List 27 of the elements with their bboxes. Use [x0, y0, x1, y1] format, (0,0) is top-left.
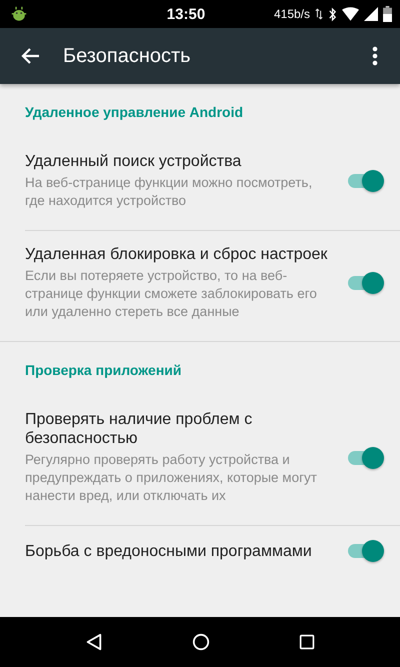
section-header: Удаленное управление Android — [24, 103, 244, 122]
screen-title: Безопасность — [63, 44, 192, 68]
toggle-switch[interactable] — [346, 272, 384, 294]
setting-title: Борьба с вредоносными программами — [25, 542, 313, 560]
clock-time: 13:50 — [166, 6, 206, 22]
battery-icon — [383, 6, 392, 22]
recents-square-icon[interactable] — [299, 634, 316, 650]
setting-title: Удаленный поиск устройства — [25, 152, 242, 171]
toggle-switch[interactable] — [346, 170, 384, 192]
back-arrow-icon[interactable] — [20, 46, 40, 66]
section-header: Проверка приложений — [24, 361, 182, 380]
back-triangle-icon[interactable] — [84, 633, 103, 651]
setting-title: Проверять наличие проблем с безопасностью — [25, 410, 254, 448]
setting-title: Удаленная блокировка и сброс настроек — [25, 245, 328, 264]
toggle-switch[interactable] — [346, 540, 384, 562]
more-options-icon[interactable] — [372, 46, 378, 66]
bug-icon — [10, 5, 28, 23]
network-speed: 415b/s — [274, 7, 310, 21]
setting-description: Регулярно проверять работу устройства и предупреждать о приложениях, которые могут нанести вред, или отключать их — [25, 451, 318, 505]
setting-description: На веб-странице функции можно посмотреть, где находится устройство — [25, 174, 314, 210]
toggle-switch[interactable] — [346, 446, 384, 468]
home-circle-icon[interactable] — [192, 633, 210, 651]
setting-description: Если вы потеряете устройство, то на веб-странице функции сможете заблокировать его или удаленно стереть все данные — [25, 267, 318, 321]
bluetooth-icon — [328, 6, 337, 22]
wifi-icon — [342, 7, 359, 21]
signal-icon — [364, 7, 378, 21]
data-arrows-icon — [315, 8, 323, 20]
